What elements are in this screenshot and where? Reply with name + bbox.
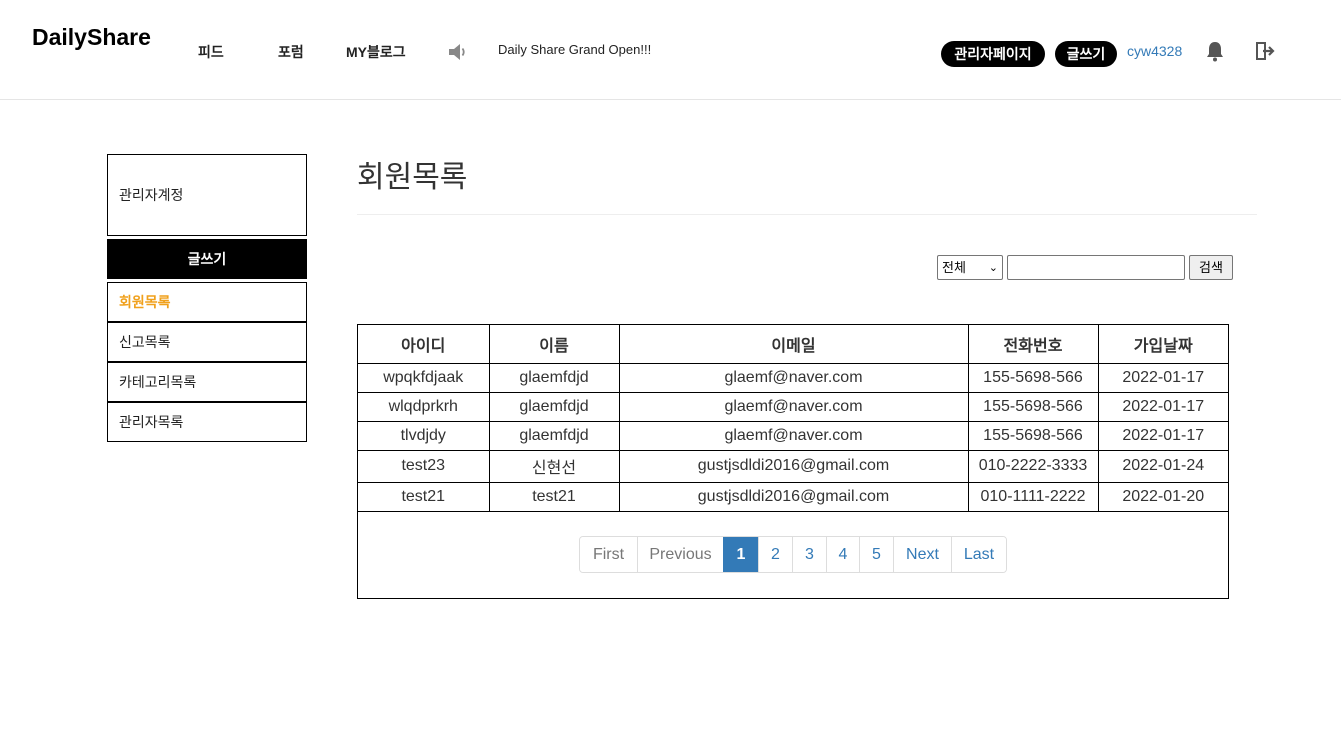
column-header-id: 아이디 <box>358 325 490 364</box>
notice-text: Daily Share Grand Open!!! <box>498 42 652 57</box>
cell-joined: 2022-01-20 <box>1097 481 1228 512</box>
sidebar-item-admins[interactable]: 관리자목록 <box>107 402 307 442</box>
pagination-next[interactable]: Next <box>893 537 951 572</box>
logout-icon[interactable] <box>1254 40 1276 62</box>
chevron-down-icon: ⌄ <box>988 262 998 274</box>
sidebar-item-categories[interactable]: 카테고리목록 <box>107 362 307 402</box>
username-link[interactable]: cyw4328 <box>1127 43 1182 59</box>
cell-id: test21 <box>358 481 490 512</box>
sidebar-write-button[interactable]: 글쓰기 <box>107 239 307 279</box>
cell-email: glaemf@naver.com <box>618 362 969 393</box>
member-table: 아이디 이름 이메일 전화번호 가입날짜 wpqkfdjaak glaemfdj… <box>358 325 1228 512</box>
cell-id: tlvdjdy <box>358 420 490 451</box>
sidebar-item-members[interactable]: 회원목록 <box>107 282 307 322</box>
table-header-row: 아이디 이름 이메일 전화번호 가입날짜 <box>358 325 1228 364</box>
member-table-container: 아이디 이름 이메일 전화번호 가입날짜 wpqkfdjaak glaemfdj… <box>357 324 1229 599</box>
sidebar-account: 관리자계정 <box>107 154 307 236</box>
pagination-page-1[interactable]: 1 <box>723 537 758 572</box>
pagination-first[interactable]: First <box>580 537 637 572</box>
table-row[interactable]: test21 test21 gustjsdldi2016@gmail.com 0… <box>358 481 1228 512</box>
cell-phone: 155-5698-566 <box>967 362 1099 393</box>
cell-phone: 010-1111-2222 <box>967 481 1099 512</box>
sidebar-account-label: 관리자계정 <box>119 187 184 203</box>
cell-id: test23 <box>358 449 490 483</box>
cell-joined: 2022-01-17 <box>1097 362 1228 393</box>
cell-id: wlqdprkrh <box>358 391 490 422</box>
column-header-joined: 가입날짜 <box>1097 325 1228 364</box>
cell-email: gustjsdldi2016@gmail.com <box>618 481 969 512</box>
write-button[interactable]: 글쓰기 <box>1055 41 1117 67</box>
table-row[interactable]: test23 신현선 gustjsdldi2016@gmail.com 010-… <box>358 449 1228 483</box>
cell-name: 신현선 <box>488 449 620 483</box>
table-row[interactable]: wpqkfdjaak glaemfdjd glaemf@naver.com 15… <box>358 362 1228 393</box>
site-logo[interactable]: DailyShare <box>32 24 151 51</box>
pagination-page-3[interactable]: 3 <box>792 537 826 572</box>
admin-page-button[interactable]: 관리자페이지 <box>941 41 1045 67</box>
cell-email: glaemf@naver.com <box>618 420 969 451</box>
nav-feed[interactable]: 피드 <box>198 42 224 62</box>
top-header: DailyShare 피드 포럼 MY블로그 Daily Share Grand… <box>0 0 1341 100</box>
cell-name: glaemfdjd <box>488 420 620 451</box>
table-row[interactable]: tlvdjdy glaemfdjd glaemf@naver.com 155-5… <box>358 420 1228 451</box>
cell-name: glaemfdjd <box>488 362 620 393</box>
page-title: 회원목록 <box>357 161 468 194</box>
pagination-last[interactable]: Last <box>951 537 1006 572</box>
cell-phone: 155-5698-566 <box>967 391 1099 422</box>
cell-name: test21 <box>488 481 620 512</box>
pagination-page-2[interactable]: 2 <box>758 537 792 572</box>
table-row[interactable]: wlqdprkrh glaemfdjd glaemf@naver.com 155… <box>358 391 1228 422</box>
cell-email: gustjsdldi2016@gmail.com <box>618 449 969 483</box>
speaker-icon <box>449 44 465 60</box>
sidebar-item-reports[interactable]: 신고목록 <box>107 322 307 362</box>
cell-phone: 155-5698-566 <box>967 420 1099 451</box>
search-filter-value: 전체 <box>942 260 966 275</box>
column-header-name: 이름 <box>488 325 620 364</box>
cell-email: glaemf@naver.com <box>618 391 969 422</box>
cell-joined: 2022-01-17 <box>1097 420 1228 451</box>
search-input[interactable] <box>1007 255 1185 280</box>
cell-joined: 2022-01-17 <box>1097 391 1228 422</box>
pagination-page-4[interactable]: 4 <box>826 537 859 572</box>
cell-id: wpqkfdjaak <box>358 362 490 393</box>
nav-my-blog[interactable]: MY블로그 <box>346 42 406 62</box>
title-divider <box>357 214 1257 215</box>
pagination: First Previous 1 2 3 4 5 Next Last <box>579 536 1007 573</box>
search-button[interactable]: 검색 <box>1189 255 1233 280</box>
nav-forum[interactable]: 포럼 <box>278 42 304 62</box>
pagination-previous[interactable]: Previous <box>637 537 723 572</box>
bell-icon[interactable] <box>1205 40 1225 62</box>
cell-joined: 2022-01-24 <box>1097 449 1228 483</box>
cell-phone: 010-2222-3333 <box>967 449 1099 483</box>
cell-name: glaemfdjd <box>488 391 620 422</box>
search-filter-select[interactable]: 전체 ⌄ <box>937 255 1003 280</box>
column-header-email: 이메일 <box>618 325 969 364</box>
pagination-page-5[interactable]: 5 <box>859 537 893 572</box>
column-header-phone: 전화번호 <box>967 325 1099 364</box>
